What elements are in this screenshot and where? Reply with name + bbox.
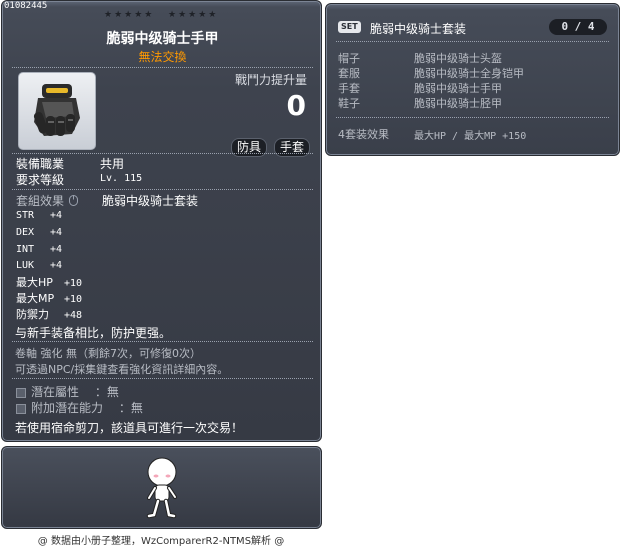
stat-row: INT +4 xyxy=(16,244,62,255)
stat-name: 最大HP xyxy=(16,276,53,289)
bonus-potential-value: ：無 xyxy=(118,401,143,415)
stat-name: LUK xyxy=(16,260,35,271)
set-item-name: 脆弱中级骑士手甲 xyxy=(414,82,502,95)
footer-credit: @ 数据由小册子整理，WzComparerR2-NTMS解析 @ xyxy=(37,536,285,547)
level-value: Lv. 115 xyxy=(100,173,143,184)
set-item-name: 脆弱中级骑士全身铠甲 xyxy=(414,67,524,80)
item-icon-frame xyxy=(18,72,96,150)
star-rating-right: ★★★★★ xyxy=(168,10,219,20)
item-title: 脆弱中级骑士手甲 xyxy=(106,31,219,47)
divider xyxy=(12,189,313,191)
stat-name: 最大MP xyxy=(16,292,55,305)
level-row: 要求等級 Lv. 115 xyxy=(16,171,142,188)
divider xyxy=(12,67,313,69)
power-increase-label: 戰鬥力提升量 xyxy=(234,73,307,87)
set-item-slot: 鞋子 xyxy=(338,97,360,110)
job-label: 裝備職業 xyxy=(16,157,65,171)
level-label: 要求等級 xyxy=(16,173,65,187)
compare-text: 与新手装备相比，防护更强。 xyxy=(15,326,172,340)
set-effect-row: 套組效果 脆弱中级骑士套装 xyxy=(16,192,198,209)
stat-row: 防禦力 +48 xyxy=(16,306,82,322)
power-increase-value: 0 xyxy=(286,89,306,122)
scissors-text: 若使用宿命剪刀，該道具可進行一次交易！ xyxy=(15,421,244,435)
set-item-slot: 帽子 xyxy=(338,52,360,65)
divider xyxy=(12,341,313,343)
divider xyxy=(12,378,313,380)
set-item-slot: 套服 xyxy=(338,67,360,80)
stat-value: +4 xyxy=(50,244,63,255)
stat-value: +4 xyxy=(50,260,63,271)
stat-row: STR +4 xyxy=(16,210,62,221)
potential-value: ：無 xyxy=(94,385,119,399)
stat-value: +10 xyxy=(64,294,83,305)
scroll-info: 卷軸 強化 無（剩餘7次，可修復0次） xyxy=(15,347,201,360)
stat-name: INT xyxy=(16,244,35,255)
star-rating-left: ★★★★★ xyxy=(104,10,155,20)
stat-name: STR xyxy=(16,210,35,221)
set-effect-bonus: 最大HP / 最大MP +150 xyxy=(414,131,527,142)
character-icon xyxy=(146,457,177,519)
set-count: 0 / 4 xyxy=(549,19,607,35)
bonus-potential-label: 附加潛在能力 xyxy=(31,401,104,415)
set-effect-label: 套組效果 xyxy=(16,194,65,208)
stat-value: +4 xyxy=(50,210,63,221)
stat-row: 最大HP +10 xyxy=(16,274,82,290)
set-panel: SET 脆弱中级骑士套装 0 / 4 帽子 脆弱中级骑士头盔 套服 脆弱中级骑士… xyxy=(325,3,620,156)
enhance-hint: 可透過NPC/採集鍵查看強化資訊詳細內容。 xyxy=(15,363,229,376)
stat-value: +10 xyxy=(64,278,83,289)
bonus-potential-row: 附加潛在能力 ：無 xyxy=(16,399,143,416)
set-badge: SET xyxy=(338,21,361,33)
stat-name: 防禦力 xyxy=(16,308,49,321)
potential-icon xyxy=(16,387,26,398)
untradeable-label: 無法交換 xyxy=(138,50,187,64)
set-item-slot: 手套 xyxy=(338,82,360,95)
stat-row: LUK +4 xyxy=(16,260,62,271)
potential-label: 潛在屬性 xyxy=(31,385,80,399)
item-id: 01082445 xyxy=(4,1,48,11)
stat-value: +48 xyxy=(64,310,83,321)
job-row: 裝備職業 共用 xyxy=(16,155,124,172)
set-title: 脆弱中级骑士套装 xyxy=(370,22,467,36)
potential-row: 潛在屬性 ：無 xyxy=(16,383,119,400)
stat-value: +4 xyxy=(50,227,63,238)
divider xyxy=(336,41,609,43)
stat-row: 最大MP +10 xyxy=(16,290,82,306)
set-effect-label: 4套装效果 xyxy=(338,128,389,141)
mouse-icon xyxy=(68,195,78,206)
divider xyxy=(336,117,609,119)
stat-row: DEX +4 xyxy=(16,227,62,238)
glove-icon xyxy=(33,84,80,136)
set-effect-value: 脆弱中级骑士套装 xyxy=(102,194,199,208)
bonus-potential-icon xyxy=(16,403,26,414)
job-value: 共用 xyxy=(100,157,125,171)
character-preview xyxy=(1,446,322,529)
set-item-name: 脆弱中级骑士胫甲 xyxy=(414,97,502,110)
set-item-name: 脆弱中级骑士头盔 xyxy=(414,52,502,65)
stat-name: DEX xyxy=(16,227,35,238)
item-tooltip: 01082445 ★★★★★ ★★★★★ 脆弱中级骑士手甲 無法交換 戰鬥力提升… xyxy=(1,0,322,442)
